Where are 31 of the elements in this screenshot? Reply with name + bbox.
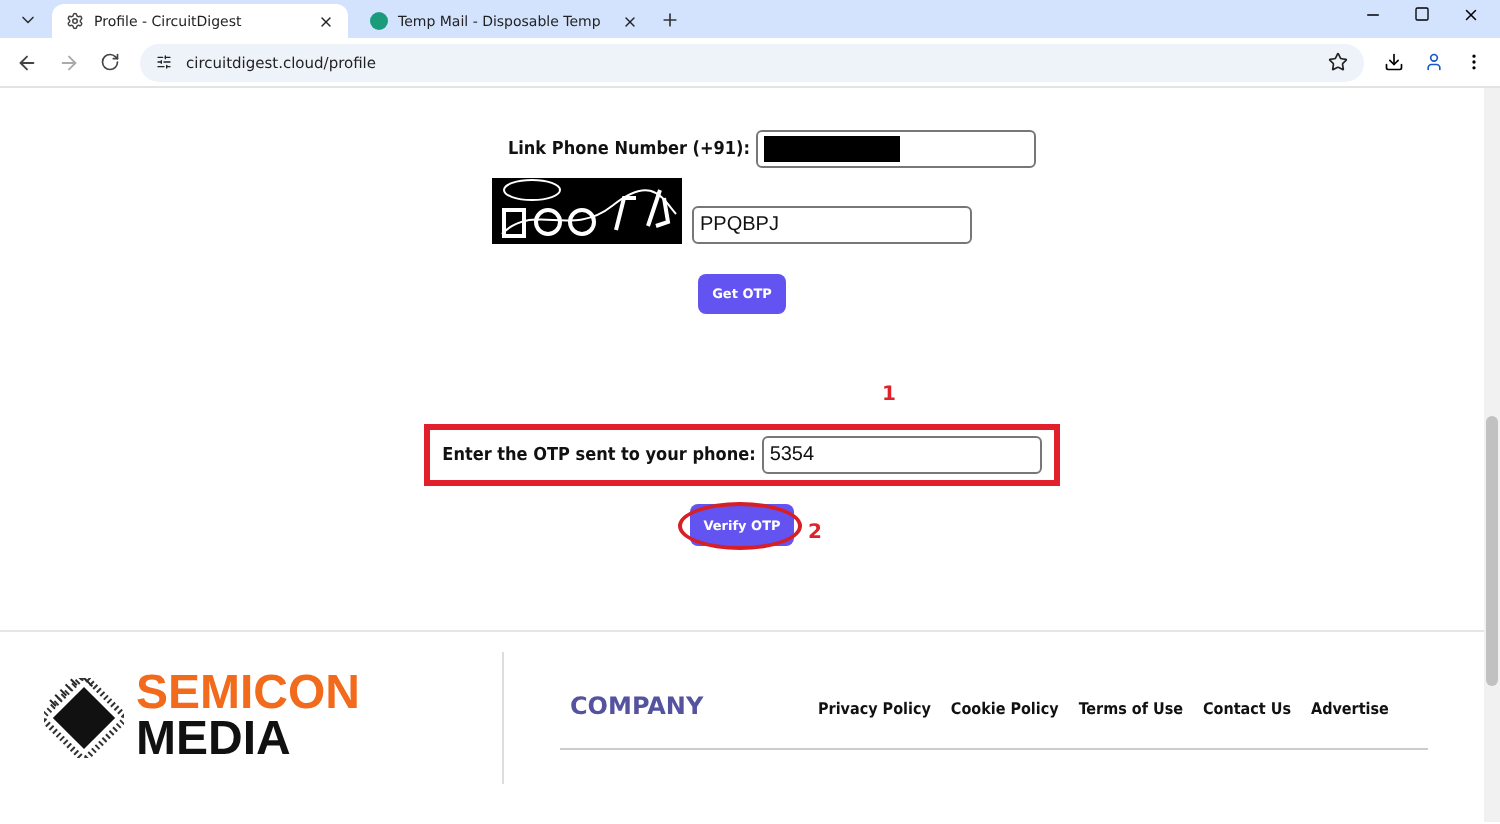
highlight-ellipse <box>678 502 802 550</box>
footer-link[interactable]: Privacy Policy <box>818 700 931 718</box>
download-icon[interactable] <box>1384 52 1404 72</box>
phone-label: Link Phone Number (+91): <box>507 139 750 159</box>
footer-link[interactable]: Terms of Use <box>1078 700 1183 718</box>
otp-field[interactable]: 5354 <box>761 436 1042 474</box>
step-number: 1 <box>882 384 896 406</box>
close-icon <box>318 13 334 29</box>
chip-icon <box>44 678 124 758</box>
restore-icon <box>1414 6 1430 22</box>
step-number: 2 <box>808 522 822 544</box>
close-icon <box>622 13 638 29</box>
footer-link[interactable]: Contact Us <box>1203 700 1291 718</box>
logo-text: MEDIA <box>136 718 293 764</box>
reload-icon[interactable] <box>100 52 120 72</box>
site-icon <box>66 12 84 30</box>
new-tab-icon[interactable] <box>660 9 680 29</box>
phone-field[interactable] <box>756 130 1036 168</box>
bookmark-icon <box>1328 52 1348 72</box>
site-info-icon <box>156 54 172 70</box>
profile-icon[interactable] <box>1424 52 1444 72</box>
footer-heading: COMPANY <box>570 692 706 720</box>
footer-link[interactable]: Advertise <box>1311 700 1389 718</box>
logo-text: SEMICON <box>136 672 361 718</box>
back-icon[interactable] <box>16 51 38 73</box>
scrollbar-thumb[interactable] <box>1486 416 1498 686</box>
otp-label: Enter the OTP sent to your phone: <box>442 445 756 465</box>
captcha-field[interactable]: PPQBPJ <box>692 206 972 244</box>
footer-link[interactable]: Cookie Policy <box>950 700 1059 718</box>
site-icon <box>370 12 388 30</box>
close-icon <box>1462 6 1480 24</box>
